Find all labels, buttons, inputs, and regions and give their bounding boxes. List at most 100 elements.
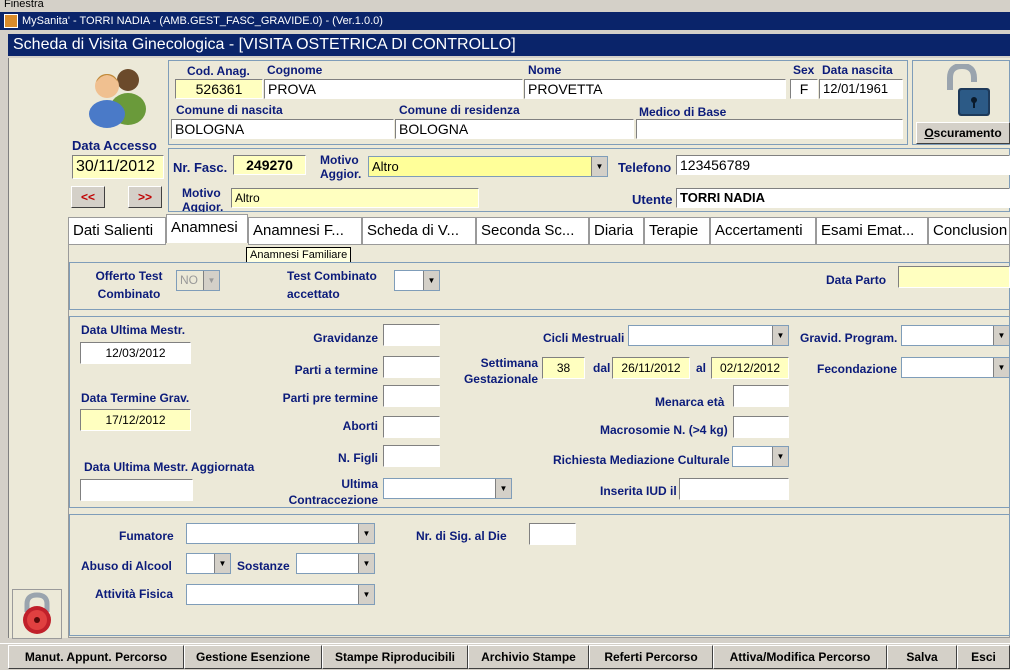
dal-field[interactable]: 26/11/2012 xyxy=(612,357,690,379)
sigarette-field[interactable] xyxy=(529,523,576,545)
offerto-test-select[interactable]: NO ▼ xyxy=(176,270,220,291)
test-accettato-select[interactable]: ▼ xyxy=(394,270,440,291)
chevron-down-icon[interactable]: ▼ xyxy=(993,326,1009,345)
button-label: Referti Percorso xyxy=(604,650,698,664)
next-access-button[interactable]: >> xyxy=(128,186,162,208)
menu-item-finestra[interactable]: Finestra xyxy=(4,0,44,10)
chevron-down-icon[interactable]: ▼ xyxy=(772,447,788,466)
data-parto-field[interactable] xyxy=(898,266,1010,288)
attivita-fisica-select[interactable]: ▼ xyxy=(186,584,375,605)
button-label: Salva xyxy=(906,650,938,664)
tab-anamnesi-familiare[interactable]: Anamnesi F... xyxy=(248,217,362,245)
fecondazione-select[interactable]: ▼ xyxy=(901,357,1010,378)
comune-nascita-field[interactable]: BOLOGNA xyxy=(171,119,394,139)
nome-label: Nome xyxy=(528,63,562,77)
gravid-program-select[interactable]: ▼ xyxy=(901,325,1010,346)
window-titlebar: MySanita' - TORRI NADIA - (AMB.GEST_FASC… xyxy=(0,12,1010,30)
cognome-field[interactable]: PROVA xyxy=(264,79,523,99)
tab-dati-salienti[interactable]: Dati Salienti xyxy=(68,217,166,245)
chevron-down-icon[interactable]: ▼ xyxy=(214,554,230,573)
macrosomie-label: Macrosomie N. (>4 kg) xyxy=(600,423,728,437)
dtg-field[interactable]: 17/12/2012 xyxy=(80,409,191,431)
cicli-mestruali-label: Cicli Mestruali xyxy=(543,331,625,345)
data-nascita-label: Data nascita xyxy=(822,63,893,77)
sostanze-select[interactable]: ▼ xyxy=(296,553,375,574)
chevron-down-icon[interactable]: ▼ xyxy=(358,524,374,543)
chevron-down-icon[interactable]: ▼ xyxy=(358,554,374,573)
parti-termine-field[interactable] xyxy=(383,356,440,378)
aborti-field[interactable] xyxy=(383,416,440,438)
manut-appunt-percorso-button[interactable]: Manut. Appunt. Percorso xyxy=(8,645,184,669)
motivo-aggior-text-field[interactable]: Altro xyxy=(231,188,479,208)
iud-field[interactable] xyxy=(679,478,789,500)
medico-field[interactable] xyxy=(636,119,903,139)
cod-anag-label: Cod. Anag. xyxy=(187,64,250,78)
tab-scheda-visita[interactable]: Scheda di V... xyxy=(362,217,476,245)
duma-field[interactable] xyxy=(80,479,193,501)
motivo-aggior-label: Motivo Aggior. xyxy=(320,153,362,181)
oscuramento-button[interactable]: Oscuramento xyxy=(916,122,1010,144)
lock-icon[interactable] xyxy=(12,589,62,639)
fumatore-select[interactable]: ▼ xyxy=(186,523,375,544)
motivo-aggior-select[interactable]: Altro ▼ xyxy=(368,156,608,177)
contraccezione-select[interactable]: ▼ xyxy=(383,478,512,499)
salva-button[interactable]: Salva xyxy=(887,645,957,669)
gestione-esenzione-button[interactable]: Gestione Esenzione xyxy=(184,645,322,669)
chevron-down-icon[interactable]: ▼ xyxy=(203,271,219,290)
dum-field[interactable]: 12/03/2012 xyxy=(80,342,191,364)
tab-accertamenti[interactable]: Accertamenti xyxy=(710,217,816,245)
unlock-icon[interactable] xyxy=(944,62,994,118)
comune-residenza-field[interactable]: BOLOGNA xyxy=(395,119,634,139)
chevron-down-icon[interactable]: ▼ xyxy=(591,157,607,176)
utente-field[interactable]: TORRI NADIA xyxy=(676,188,1010,208)
tab-seconda-scheda[interactable]: Seconda Sc... xyxy=(476,217,589,245)
fumatore-label: Fumatore xyxy=(119,529,174,543)
chevron-down-icon[interactable]: ▼ xyxy=(772,326,788,345)
esci-button[interactable]: Esci xyxy=(957,645,1010,669)
n-figli-field[interactable] xyxy=(383,445,440,467)
window-title: MySanita' - TORRI NADIA - (AMB.GEST_FASC… xyxy=(22,15,383,27)
menarca-field[interactable] xyxy=(733,385,789,407)
chevron-down-icon[interactable]: ▼ xyxy=(423,271,439,290)
tab-esami-ematici[interactable]: Esami Emat... xyxy=(816,217,928,245)
cicli-mestruali-select[interactable]: ▼ xyxy=(628,325,789,346)
oscuramento-underline: O xyxy=(924,126,934,140)
settimana-gestazionale-field[interactable]: 38 xyxy=(542,357,585,379)
data-accesso-field[interactable]: 30/11/2012 xyxy=(72,155,164,179)
tab-conclusioni[interactable]: Conclusion xyxy=(928,217,1010,245)
nr-fasc-field[interactable]: 249270 xyxy=(233,155,306,175)
motivo-aggior-select-value: Altro xyxy=(372,159,399,174)
chevron-down-icon[interactable]: ▼ xyxy=(495,479,511,498)
data-nascita-field[interactable]: 12/01/1961 xyxy=(819,79,903,99)
cod-anag-field[interactable]: 526361 xyxy=(175,79,263,99)
parti-termine-label: Parti a termine xyxy=(294,363,378,377)
tab-label: Anamnesi F... xyxy=(253,222,344,239)
comune-residenza-label: Comune di residenza xyxy=(399,103,520,117)
al-field[interactable]: 02/12/2012 xyxy=(711,357,789,379)
prev-access-label: << xyxy=(80,190,95,204)
gravidanze-field[interactable] xyxy=(383,324,440,346)
sigarette-label: Nr. di Sig. al Die xyxy=(416,529,507,543)
mediazione-select[interactable]: ▼ xyxy=(732,446,789,467)
tab-diaria[interactable]: Diaria xyxy=(589,217,644,245)
medico-label: Medico di Base xyxy=(639,105,727,119)
iud-label: Inserita IUD il xyxy=(600,484,677,498)
parti-pre-termine-field[interactable] xyxy=(383,385,440,407)
telefono-field[interactable]: 123456789 xyxy=(676,155,1010,175)
tab-anamnesi[interactable]: Anamnesi xyxy=(166,214,248,243)
alcool-select[interactable]: ▼ xyxy=(186,553,231,574)
referti-percorso-button[interactable]: Referti Percorso xyxy=(589,645,713,669)
nome-field[interactable]: PROVETTA xyxy=(524,79,786,99)
chevron-down-icon[interactable]: ▼ xyxy=(358,585,374,604)
tab-terapie[interactable]: Terapie xyxy=(644,217,710,245)
chevron-down-icon[interactable]: ▼ xyxy=(993,358,1009,377)
archivio-stampe-button[interactable]: Archivio Stampe xyxy=(468,645,589,669)
stampe-riproducibili-button[interactable]: Stampe Riproducibili xyxy=(322,645,468,669)
prev-access-button[interactable]: << xyxy=(71,186,105,208)
attivita-fisica-label: Attività Fisica xyxy=(95,587,174,601)
attiva-modifica-percorso-button[interactable]: Attiva/Modifica Percorso xyxy=(713,645,887,669)
sostanze-label: Sostanze xyxy=(237,559,290,573)
macrosomie-field[interactable] xyxy=(733,416,789,438)
tab-label: Dati Salienti xyxy=(73,222,154,239)
sex-field[interactable]: F xyxy=(790,79,818,99)
